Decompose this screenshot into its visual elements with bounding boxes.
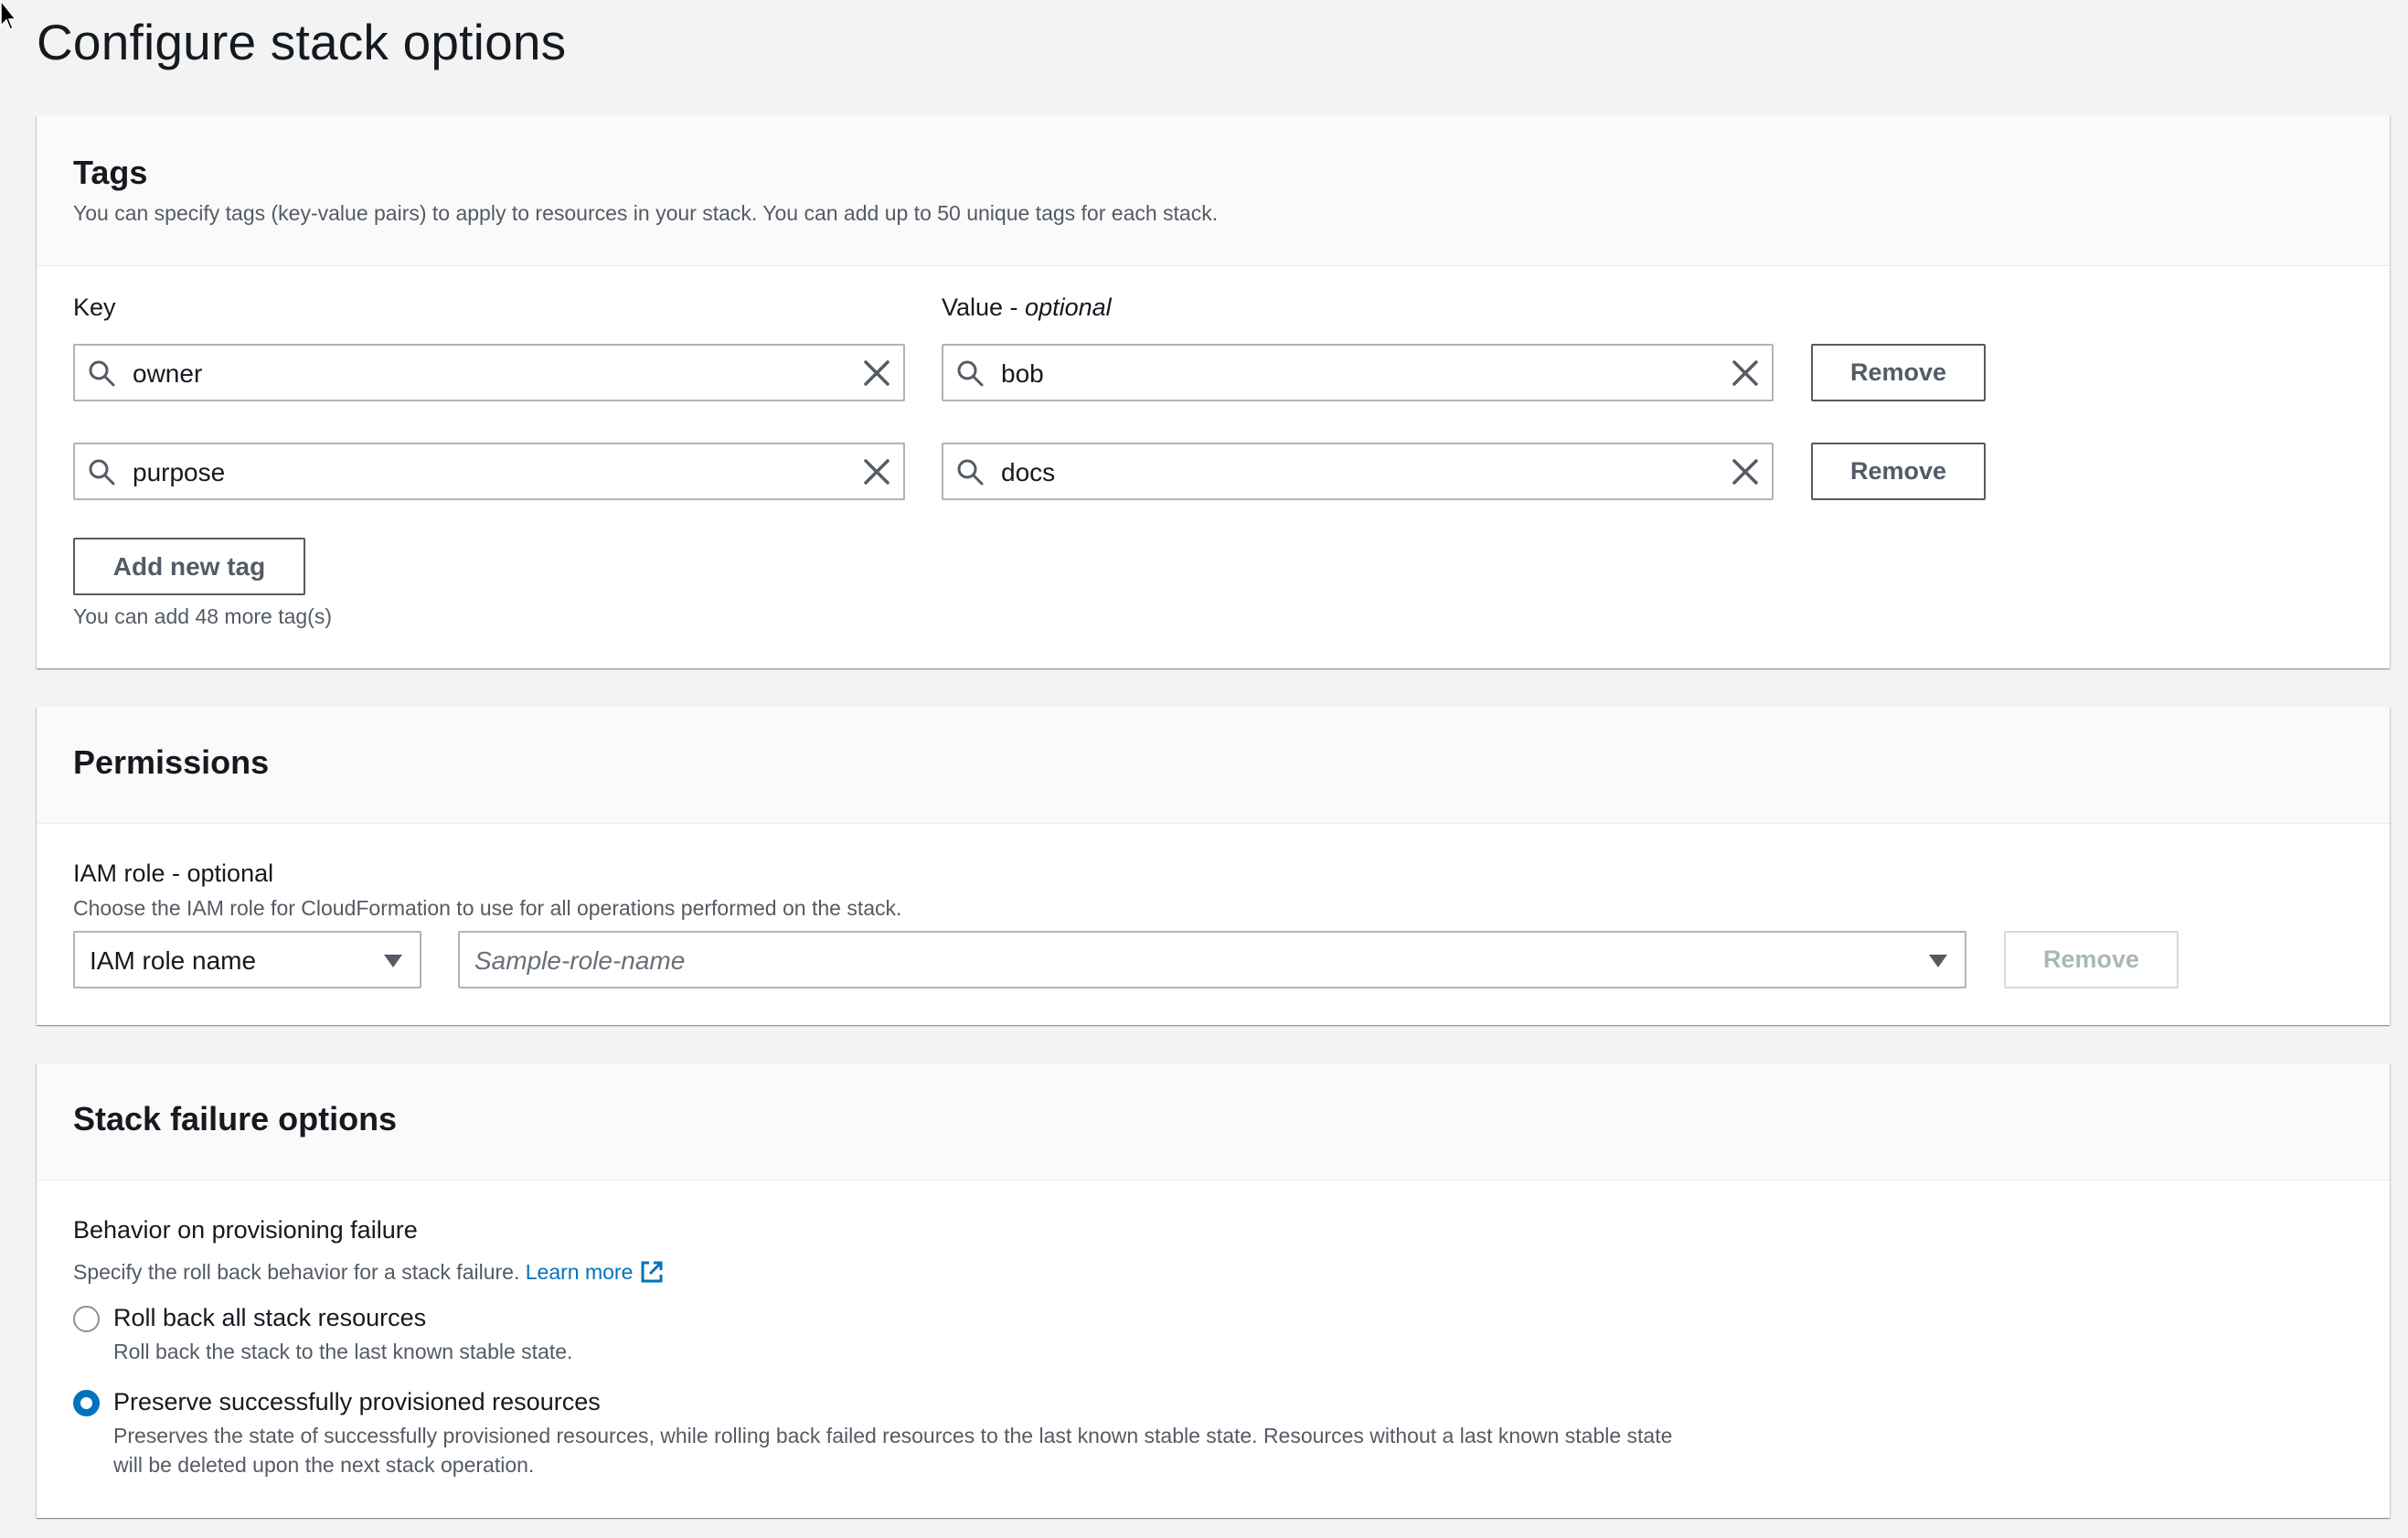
tag-key-value: purpose xyxy=(133,458,226,486)
iam-role-description: Choose the IAM role for CloudFormation t… xyxy=(73,896,902,920)
tags-panel-header: Tags You can specify tags (key-value pai… xyxy=(37,115,2390,266)
add-new-tag-button[interactable]: Add new tag xyxy=(73,538,305,595)
value-column-label: Value - optional xyxy=(942,294,1112,321)
stack-failure-title: Stack failure options xyxy=(73,1100,398,1137)
tag-key-input[interactable]: owner xyxy=(73,344,905,401)
caret-down-icon xyxy=(1929,955,1947,967)
iam-role-label: IAM role - optional xyxy=(73,860,274,887)
close-icon[interactable] xyxy=(863,458,890,486)
iam-role-type-select[interactable]: IAM role name xyxy=(73,931,421,988)
behavior-label: Behavior on provisioning failure xyxy=(73,1216,418,1244)
search-icon xyxy=(89,360,115,387)
preserve-resources-radio[interactable] xyxy=(73,1390,100,1416)
search-icon xyxy=(957,459,984,486)
tag-value-value: bob xyxy=(1001,359,1044,388)
preserve-resources-description: Preserves the state of successfully prov… xyxy=(113,1424,1673,1477)
tags-title: Tags xyxy=(73,154,148,191)
close-icon[interactable] xyxy=(1731,359,1759,387)
learn-more-link[interactable]: Learn more xyxy=(526,1260,665,1284)
rollback-all-radio[interactable] xyxy=(73,1306,100,1332)
iam-role-name-select[interactable]: Sample-role-name xyxy=(458,931,1966,988)
external-link-icon xyxy=(641,1261,663,1283)
permissions-panel-header: Permissions xyxy=(37,707,2390,824)
remaining-tags-hint: You can add 48 more tag(s) xyxy=(73,604,332,628)
remove-role-button[interactable]: Remove xyxy=(2004,931,2179,988)
iam-role-type-value: IAM role name xyxy=(90,946,257,975)
rollback-all-label: Roll back all stack resources xyxy=(113,1304,427,1331)
mouse-pointer-icon xyxy=(0,0,17,30)
tag-value-value: docs xyxy=(1001,458,1056,486)
key-column-label: Key xyxy=(73,294,116,321)
tag-key-input[interactable]: purpose xyxy=(73,443,905,500)
remove-tag-button[interactable]: Remove xyxy=(1811,443,1986,500)
tag-value-input[interactable]: docs xyxy=(942,443,1774,500)
preserve-resources-label: Preserve successfully provisioned resour… xyxy=(113,1388,601,1415)
caret-down-icon xyxy=(384,955,402,967)
page-title: Configure stack options xyxy=(37,14,567,70)
close-icon[interactable] xyxy=(863,359,890,387)
search-icon xyxy=(89,459,115,486)
tag-value-input[interactable]: bob xyxy=(942,344,1774,401)
tag-key-value: owner xyxy=(133,359,203,388)
permissions-title: Permissions xyxy=(73,743,270,781)
iam-role-name-placeholder: Sample-role-name xyxy=(474,946,686,975)
rollback-all-description: Roll back the stack to the last known st… xyxy=(113,1340,573,1363)
search-icon xyxy=(957,360,984,387)
stack-failure-panel-header: Stack failure options xyxy=(37,1063,2390,1180)
tags-description: You can specify tags (key-value pairs) t… xyxy=(73,201,1219,225)
behavior-description: Specify the roll back behavior for a sta… xyxy=(73,1260,664,1285)
remove-tag-button[interactable]: Remove xyxy=(1811,344,1986,401)
close-icon[interactable] xyxy=(1731,458,1759,486)
